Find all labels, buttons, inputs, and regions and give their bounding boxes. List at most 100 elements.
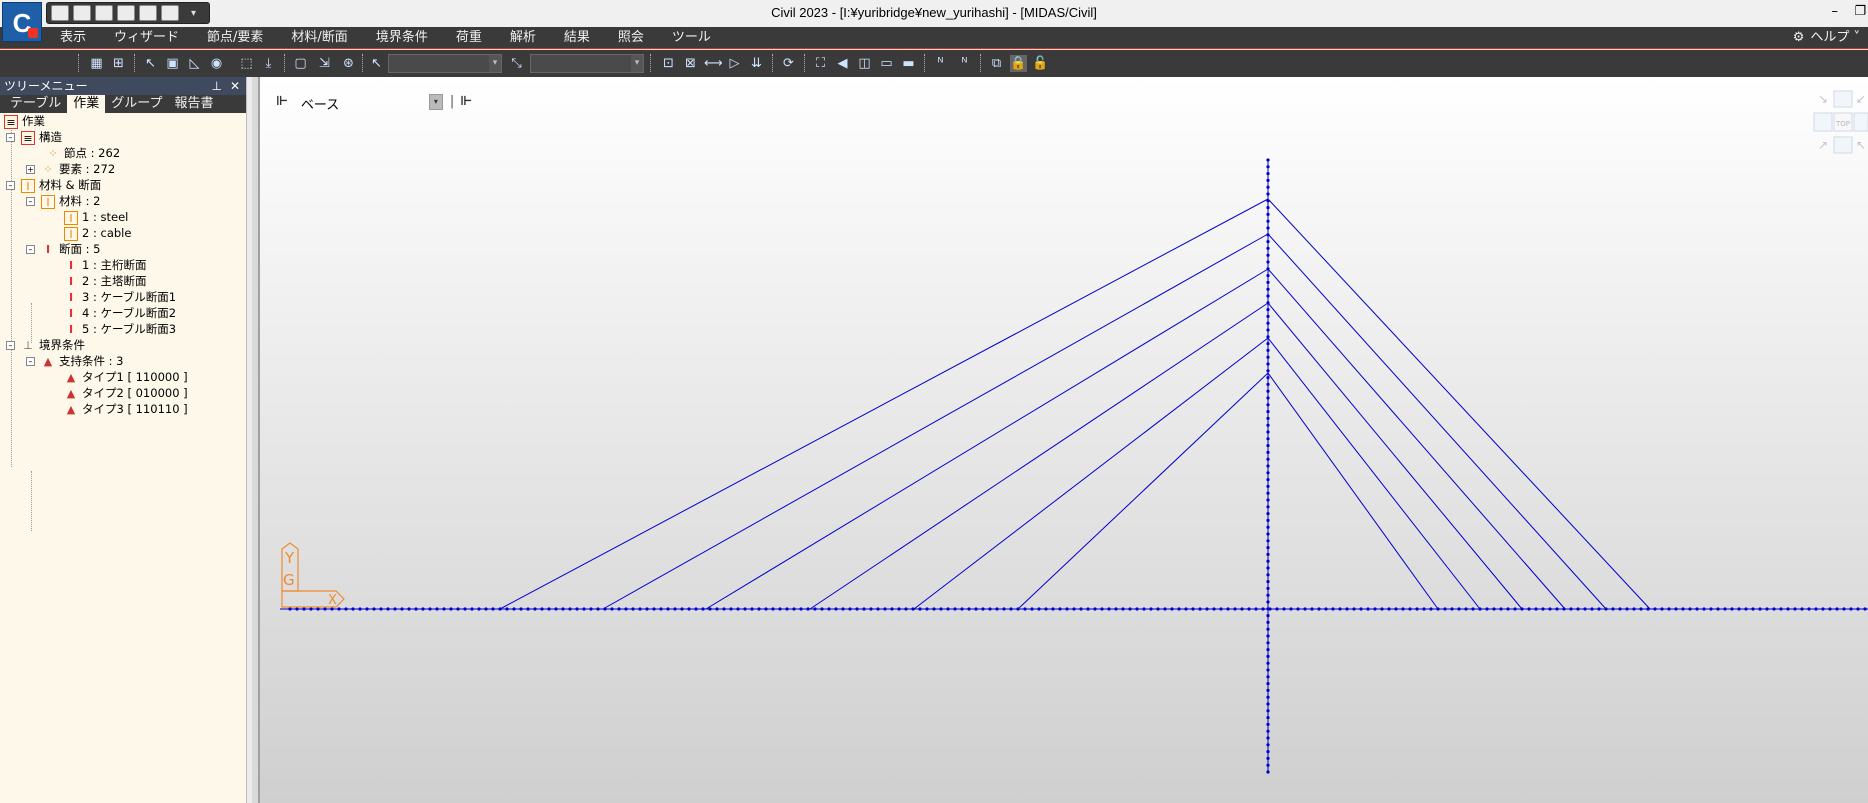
model-node[interactable] bbox=[827, 607, 831, 611]
tree-structure[interactable]: – ≡ 構造 bbox=[6, 129, 62, 145]
model-node[interactable] bbox=[1093, 607, 1097, 611]
model-node[interactable] bbox=[1266, 301, 1270, 305]
hidden-icon[interactable]: ◀ bbox=[834, 55, 851, 72]
model-node[interactable] bbox=[1266, 246, 1270, 250]
model-node[interactable] bbox=[1527, 607, 1531, 611]
model-node[interactable] bbox=[1266, 675, 1270, 679]
model-node[interactable] bbox=[1266, 688, 1270, 693]
expand-icon[interactable]: + bbox=[26, 165, 35, 174]
model-node[interactable] bbox=[1156, 607, 1160, 611]
model-node[interactable] bbox=[1807, 607, 1811, 611]
model-node[interactable] bbox=[1058, 607, 1062, 611]
model-node[interactable] bbox=[1688, 607, 1692, 611]
model-node[interactable] bbox=[1266, 450, 1270, 454]
select-window-icon[interactable]: ▦ bbox=[88, 55, 105, 72]
model-node[interactable] bbox=[1569, 607, 1573, 611]
tab-report[interactable]: 報告書 bbox=[168, 95, 219, 113]
model-node[interactable] bbox=[1128, 607, 1132, 611]
model-node[interactable] bbox=[1226, 607, 1230, 611]
model-node[interactable] bbox=[841, 607, 845, 611]
model-node[interactable] bbox=[659, 607, 663, 611]
model-node[interactable] bbox=[1266, 342, 1270, 346]
model-node[interactable] bbox=[1219, 607, 1223, 611]
model-node[interactable] bbox=[736, 607, 740, 611]
model-node[interactable] bbox=[799, 607, 803, 611]
model-node[interactable] bbox=[1856, 607, 1860, 611]
tree-material-section[interactable]: – I 材料 & 断面 bbox=[6, 177, 101, 193]
stay-cable[interactable] bbox=[913, 337, 1269, 610]
model-node[interactable] bbox=[1266, 491, 1270, 495]
model-node[interactable] bbox=[715, 607, 719, 611]
model-node[interactable] bbox=[1653, 607, 1657, 611]
model-node[interactable] bbox=[638, 607, 642, 611]
model-node[interactable] bbox=[1266, 505, 1270, 509]
model-node[interactable] bbox=[1266, 321, 1270, 325]
model-node[interactable] bbox=[1266, 716, 1270, 720]
model-node[interactable] bbox=[1023, 607, 1027, 611]
model-node[interactable] bbox=[645, 607, 649, 611]
grid-snap-icon[interactable]: ⊩ bbox=[460, 94, 472, 109]
stay-cable[interactable] bbox=[1267, 372, 1439, 610]
collapse-icon[interactable]: – bbox=[26, 357, 35, 366]
tree-section-item[interactable]: I5 : ケーブル断面3 bbox=[64, 321, 176, 337]
select-box-icon[interactable]: ▣ bbox=[164, 55, 181, 72]
model-node[interactable] bbox=[1646, 607, 1650, 611]
model-node[interactable] bbox=[1266, 437, 1270, 441]
model-node[interactable] bbox=[1266, 294, 1270, 298]
activate-filter-dropdown[interactable]: ▾ bbox=[530, 54, 644, 73]
model-node[interactable] bbox=[1520, 607, 1524, 611]
model-node[interactable] bbox=[792, 607, 796, 611]
select-intersect-icon[interactable]: ◉ bbox=[208, 55, 225, 72]
bridge-model[interactable] bbox=[260, 77, 1868, 803]
stay-cable[interactable] bbox=[809, 302, 1269, 610]
model-node[interactable] bbox=[1366, 607, 1370, 611]
model-node[interactable] bbox=[750, 607, 754, 611]
menu-material-section[interactable]: 材料/断面 bbox=[291, 27, 361, 49]
model-node[interactable] bbox=[1065, 607, 1069, 611]
tree-root[interactable]: ≡ 作業 bbox=[4, 113, 45, 129]
model-node[interactable] bbox=[834, 607, 838, 611]
model-node[interactable] bbox=[1380, 607, 1384, 611]
minimize-icon[interactable]: – bbox=[1832, 4, 1839, 19]
stay-cable[interactable] bbox=[1267, 233, 1607, 610]
model-node[interactable] bbox=[974, 607, 978, 611]
model-node[interactable] bbox=[1744, 607, 1748, 611]
model-node[interactable] bbox=[1429, 607, 1433, 611]
model-node[interactable] bbox=[1266, 722, 1270, 727]
model-node[interactable] bbox=[407, 607, 411, 611]
redraw-icon[interactable]: ⟳ bbox=[780, 55, 797, 72]
model-node[interactable] bbox=[1184, 607, 1188, 611]
model-node[interactable] bbox=[1266, 423, 1270, 427]
model-node[interactable] bbox=[1266, 410, 1270, 414]
model-node[interactable] bbox=[358, 607, 362, 611]
model-node[interactable] bbox=[848, 607, 852, 611]
model-node[interactable] bbox=[1266, 484, 1270, 488]
model-node[interactable] bbox=[1261, 607, 1265, 611]
model-node[interactable] bbox=[1266, 178, 1270, 182]
model-node[interactable] bbox=[1266, 389, 1270, 393]
model-node[interactable] bbox=[876, 607, 880, 611]
model-node[interactable] bbox=[1205, 607, 1209, 611]
model-node[interactable] bbox=[1266, 212, 1270, 216]
model-node[interactable] bbox=[1114, 607, 1118, 611]
model-node[interactable] bbox=[1030, 607, 1034, 611]
model-node[interactable] bbox=[1555, 607, 1559, 611]
model-node[interactable] bbox=[1266, 620, 1270, 625]
pin-icon[interactable]: ⊥ bbox=[212, 77, 222, 95]
model-node[interactable] bbox=[1266, 396, 1270, 400]
base-plane-dropdown[interactable]: ベース ▾ bbox=[294, 92, 444, 113]
node-number-icon[interactable]: ᴺ bbox=[932, 55, 949, 72]
menu-load[interactable]: 荷重 bbox=[456, 27, 496, 49]
model-node[interactable] bbox=[1266, 233, 1270, 237]
model-node[interactable] bbox=[855, 607, 859, 611]
model-node[interactable] bbox=[1345, 607, 1349, 611]
model-node[interactable] bbox=[1422, 607, 1426, 611]
model-node[interactable] bbox=[925, 607, 929, 611]
model-node[interactable] bbox=[624, 607, 628, 611]
model-node[interactable] bbox=[1266, 226, 1270, 230]
model-node[interactable] bbox=[1576, 607, 1580, 611]
model-node[interactable] bbox=[1266, 430, 1270, 434]
select-filter-dropdown[interactable]: ▾ bbox=[388, 54, 502, 73]
model-node[interactable] bbox=[442, 607, 446, 611]
model-node[interactable] bbox=[1695, 607, 1699, 611]
